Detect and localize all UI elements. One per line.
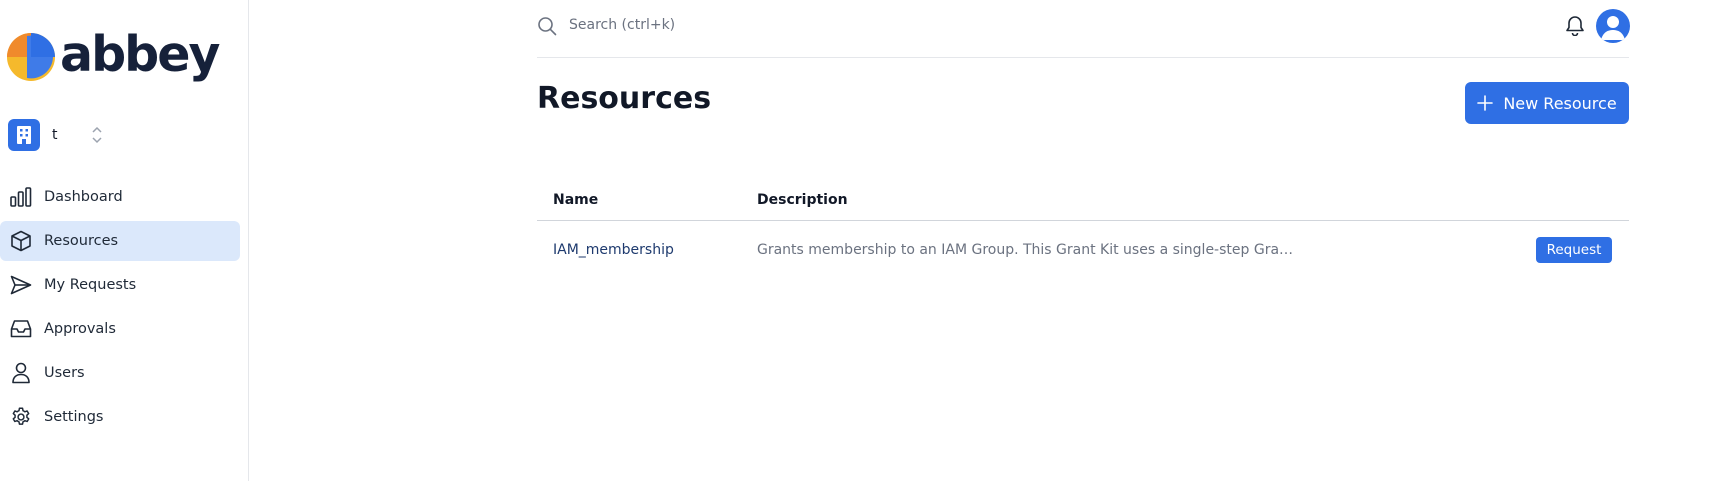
sidebar-item-label: Dashboard [44, 189, 123, 205]
sidebar-item-label: Resources [44, 233, 119, 249]
abbey-logo-mark-icon [7, 33, 55, 81]
sidebar-item-my-requests[interactable]: My Requests [0, 265, 240, 305]
sidebar-item-label: Settings [44, 409, 104, 425]
chevron-up-down-icon [92, 126, 102, 144]
paper-plane-icon [10, 274, 32, 296]
table-header: Name Description [537, 179, 1629, 221]
user-avatar[interactable] [1596, 9, 1630, 43]
sidebar-item-label: Approvals [44, 321, 116, 337]
sidebar-nav: Dashboard Resources My Requests Approval… [0, 177, 240, 441]
resources-table: Name Description IAM_membership Grants m… [537, 179, 1629, 279]
topbar [537, 0, 1630, 58]
bell-icon[interactable] [1565, 14, 1585, 40]
user-icon [10, 362, 32, 384]
sidebar-item-resources[interactable]: Resources [0, 221, 240, 261]
sidebar-item-users[interactable]: Users [0, 353, 240, 393]
brand-name: abbey [60, 25, 220, 83]
org-name: t [52, 127, 58, 143]
cube-icon [10, 230, 32, 252]
new-resource-button[interactable]: New Resource [1465, 82, 1629, 124]
building-icon [8, 119, 40, 151]
column-header-description: Description [757, 191, 848, 208]
sidebar-item-settings[interactable]: Settings [0, 397, 240, 437]
sidebar-item-label: Users [44, 365, 85, 381]
brand-logo[interactable]: abbey [7, 25, 220, 83]
chart-bar-icon [10, 186, 32, 208]
sidebar-item-dashboard[interactable]: Dashboard [0, 177, 240, 217]
sidebar-item-approvals[interactable]: Approvals [0, 309, 240, 349]
request-button[interactable]: Request [1536, 237, 1612, 263]
inbox-icon [10, 318, 32, 340]
search-icon [537, 16, 557, 40]
new-resource-button-label: New Resource [1503, 93, 1617, 113]
table-row: IAM_membership Grants membership to an I… [537, 221, 1629, 279]
resource-name-link[interactable]: IAM_membership [553, 242, 674, 258]
sidebar: abbey t Dashboard Resources My Requests … [0, 0, 249, 481]
plus-icon [1477, 95, 1494, 111]
search-input[interactable] [569, 12, 1069, 38]
resource-description: Grants membership to an IAM Group. This … [757, 242, 1294, 258]
column-header-name: Name [553, 191, 599, 208]
page-title: Resources [537, 81, 712, 116]
gear-icon [10, 406, 32, 428]
sidebar-item-label: My Requests [44, 277, 137, 293]
org-switcher[interactable]: t [8, 119, 108, 151]
user-avatar-icon [1601, 16, 1625, 40]
